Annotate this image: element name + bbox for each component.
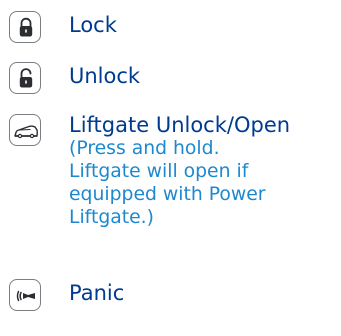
unlock-item: Unlock (0, 61, 341, 95)
horn-panic-icon (9, 279, 41, 311)
panic-label: Panic (69, 281, 125, 305)
liftgate-description-line: Liftgate will open if (69, 161, 249, 182)
panic-item: Panic (0, 276, 341, 312)
lock-label: Lock (69, 13, 117, 37)
remote-key-function-list: Lock Unlock Liftgate Unlock/Open (Press … (0, 0, 341, 336)
liftgate-description: (Press and hold. Liftgate will open if e… (69, 137, 339, 229)
liftgate-vehicle-icon (9, 114, 41, 146)
lock-closed-icon (9, 11, 41, 43)
lock-item: Lock (0, 10, 341, 44)
liftgate-description-line: Liftgate.) (69, 207, 154, 228)
lock-open-icon (9, 62, 41, 94)
liftgate-item: Liftgate Unlock/Open (Press and hold. Li… (0, 112, 341, 250)
liftgate-label: Liftgate Unlock/Open (69, 113, 291, 137)
liftgate-description-line: (Press and hold. (69, 138, 220, 159)
liftgate-description-line: equipped with Power (69, 184, 266, 205)
unlock-label: Unlock (69, 64, 141, 88)
